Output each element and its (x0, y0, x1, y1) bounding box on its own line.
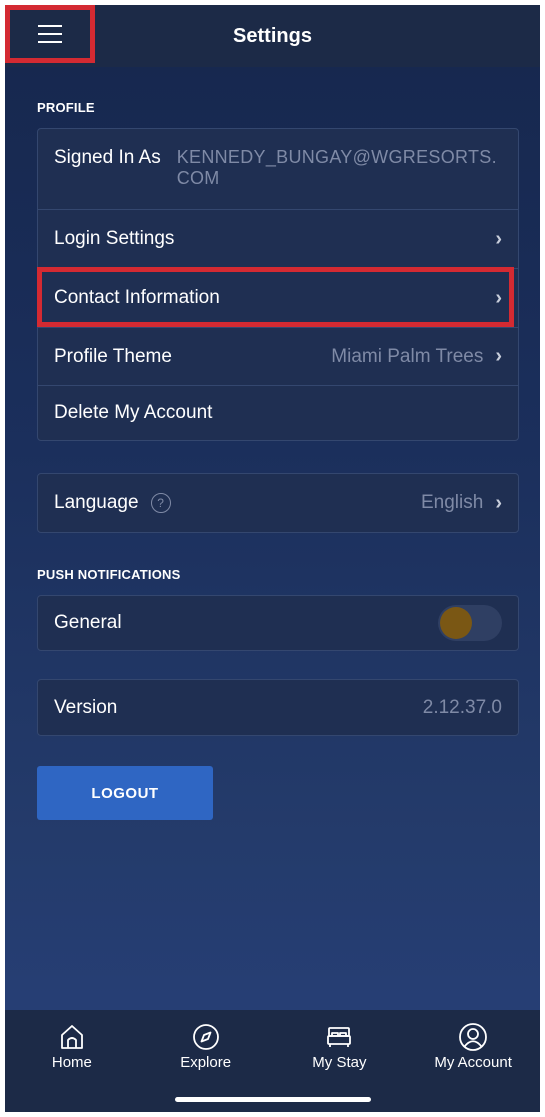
help-icon[interactable]: ? (150, 493, 171, 513)
signed-in-label: Signed In As (54, 147, 161, 168)
tab-home-label: Home (51, 1054, 92, 1071)
chevron-right-icon: › (495, 345, 502, 367)
language-value: English (421, 492, 484, 513)
hamburger-icon (38, 25, 62, 43)
hamburger-menu-button[interactable] (5, 5, 95, 63)
contact-information-row[interactable]: Contact Information › (38, 268, 518, 327)
logout-button[interactable]: LOGOUT (37, 766, 213, 820)
delete-account-label: Delete My Account (54, 402, 213, 423)
tab-my-stay-label: My Stay (312, 1054, 367, 1071)
login-settings-row[interactable]: Login Settings › (38, 209, 518, 268)
chevron-right-icon: › (495, 286, 502, 309)
home-icon (60, 1025, 83, 1049)
delete-account-row[interactable]: Delete My Account (38, 385, 518, 440)
tab-home[interactable]: Home (5, 1022, 139, 1112)
signed-in-row: Signed In As KENNEDY_BUNGAY@WGRESORTS.CO… (38, 129, 518, 209)
bed-icon (327, 1027, 352, 1047)
tab-my-account-label: My Account (434, 1054, 512, 1071)
language-card: Language ? English › (37, 473, 519, 533)
language-row[interactable]: Language ? English › (38, 474, 518, 532)
profile-theme-value: Miami Palm Trees (331, 345, 484, 367)
user-circle-icon (459, 1023, 488, 1051)
version-card: Version 2.12.37.0 (37, 679, 519, 736)
tab-explore-label: Explore (180, 1054, 232, 1071)
home-indicator (175, 1097, 371, 1102)
version-value: 2.12.37.0 (422, 696, 502, 718)
phone-screen: Settings PROFILE Signed In As KENNEDY_BU… (5, 5, 540, 1112)
tab-my-account[interactable]: My Account (406, 1022, 540, 1112)
chevron-right-icon: › (495, 491, 502, 514)
profile-theme-label: Profile Theme (54, 345, 172, 367)
general-label: General (54, 612, 122, 633)
top-bar: Settings (5, 5, 540, 67)
push-notifications-section-label: PUSH NOTIFICATIONS (37, 567, 181, 582)
profile-section-label: PROFILE (37, 100, 95, 115)
profile-theme-row[interactable]: Profile Theme Miami Palm Trees › (38, 327, 518, 385)
contact-information-label: Contact Information (54, 287, 220, 308)
toggle-knob (440, 607, 472, 639)
language-label: Language (54, 492, 139, 513)
general-notifications-toggle[interactable] (438, 605, 502, 641)
push-notifications-card: General (37, 595, 519, 651)
signed-in-email: KENNEDY_BUNGAY@WGRESORTS.COM (176, 147, 497, 188)
login-settings-label: Login Settings (54, 228, 175, 249)
version-row: Version 2.12.37.0 (38, 680, 518, 735)
version-label: Version (54, 696, 118, 718)
profile-card: Signed In As KENNEDY_BUNGAY@WGRESORTS.CO… (37, 128, 519, 441)
general-notifications-row: General (38, 596, 518, 650)
compass-icon (192, 1024, 219, 1050)
page-title: Settings (233, 24, 312, 47)
chevron-right-icon: › (495, 227, 502, 250)
